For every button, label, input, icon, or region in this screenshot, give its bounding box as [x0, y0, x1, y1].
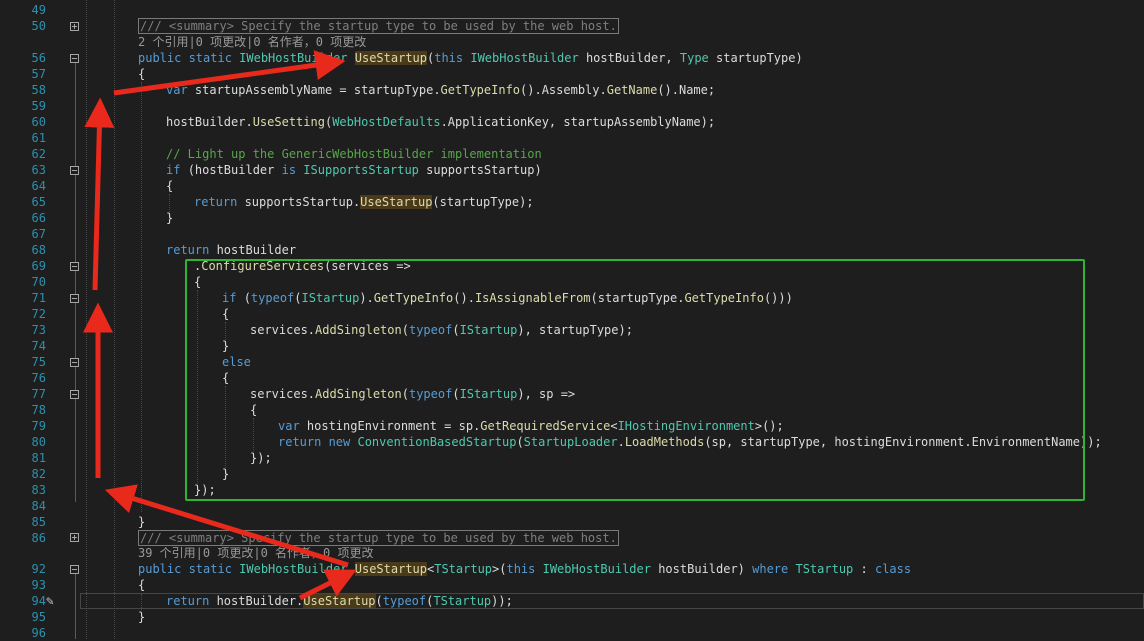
arrow-to-usestartup-definition — [113, 50, 346, 96]
arrow-to-generic-usestartup — [298, 569, 357, 601]
annotation-arrows — [83, 50, 357, 601]
code-editor[interactable]: 49 50 56 57 58 59 60 61 62 63 64 65 66 67 68 69 70 71 72 73… — [0, 0, 1144, 640]
arrow-from-generic-usestartup — [104, 484, 349, 568]
arrow-up-1 — [84, 97, 115, 291]
